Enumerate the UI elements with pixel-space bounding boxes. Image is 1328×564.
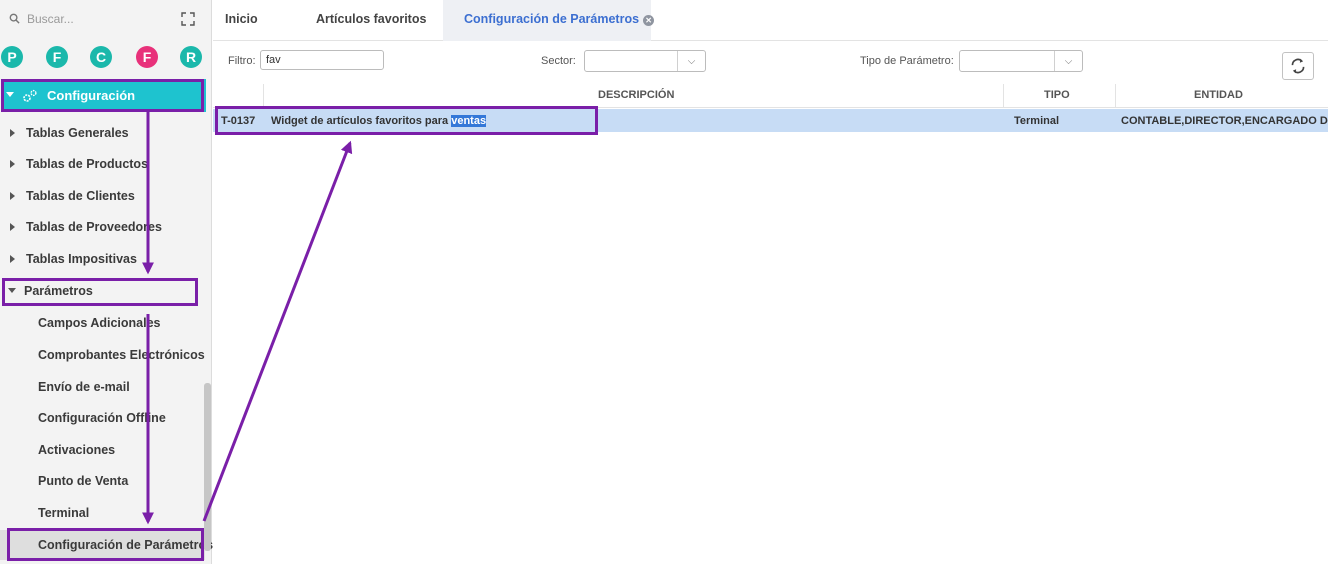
sector-select[interactable]: ⌵ [584,50,706,72]
tab-label: Artículos favoritos [316,12,427,26]
annotation-box-parametros [2,278,198,306]
annotation-box-result-row [215,106,598,135]
submenu-punto-de-venta[interactable]: Punto de Venta [0,466,205,496]
cell-entidad: CONTABLE,DIRECTOR,ENCARGADO DEPC [1121,115,1328,127]
sector-label: Sector: [541,55,576,67]
menu-label: Tablas Generales [26,126,129,140]
submenu-label: Configuración Offline [38,411,166,425]
caret-right-icon [10,160,15,168]
shortcut-f-pink[interactable]: F [136,46,158,68]
submenu-campos-adicionales[interactable]: Campos Adicionales [0,308,205,338]
col-entidad[interactable]: ENTIDAD [1194,89,1243,101]
submenu-label: Punto de Venta [38,474,129,488]
submenu-activaciones[interactable]: Activaciones [0,435,205,465]
tab-bar: Inicio Artículos favoritos Configuración… [213,0,1328,41]
tab-articulos-favoritos[interactable]: Artículos favoritos [316,0,436,41]
tab-configuracion-parametros[interactable]: Configuración de Parámetros ✕ [443,0,655,41]
filtro-label: Filtro: [228,55,256,67]
submenu-label: Activaciones [38,443,116,457]
menu-label: Tablas de Proveedores [26,220,162,234]
sidebar-scrollbar[interactable] [204,383,211,551]
caret-right-icon [10,223,15,231]
refresh-button[interactable] [1282,52,1314,80]
search-placeholder: Buscar... [27,12,74,26]
close-tab-icon[interactable]: ✕ [643,15,655,26]
col-tipo[interactable]: TIPO [1044,89,1070,101]
caret-right-icon [10,255,15,263]
submenu-label: Terminal [38,506,90,520]
grid-header: DESCRIPCIÓN TIPO ENTIDAD [213,84,1328,108]
chevron-down-icon: ⌵ [1054,51,1082,71]
caret-right-icon [10,129,15,137]
submenu-configuracion-offline[interactable]: Configuración Offline [0,403,205,433]
shortcut-f[interactable]: F [46,46,68,68]
menu-tablas-proveedores[interactable]: Tablas de Proveedores [0,212,205,242]
annotation-box-config-parametros [7,528,204,561]
col-descripcion[interactable]: DESCRIPCIÓN [598,89,674,101]
sidebar-search[interactable]: Buscar... [0,0,212,40]
submenu-terminal[interactable]: Terminal [0,498,205,528]
submenu-envio-email[interactable]: Envío de e-mail [0,372,205,402]
chevron-down-icon: ⌵ [677,51,705,71]
search-icon [9,13,20,24]
submenu-comprobantes-electronicos[interactable]: Comprobantes Electrónicos [0,340,205,370]
tab-label: Inicio [225,12,258,26]
submenu-label: Comprobantes Electrónicos [38,348,205,362]
menu-label: Tablas de Clientes [26,189,135,203]
submenu-label: Campos Adicionales [38,316,161,330]
expand-icon[interactable] [181,12,195,26]
filtro-input[interactable] [260,50,384,70]
caret-right-icon [10,192,15,200]
column-separator [263,84,264,108]
cell-tipo: Terminal [1014,115,1060,127]
menu-tablas-productos[interactable]: Tablas de Productos [0,149,205,179]
shortcut-r[interactable]: R [180,46,202,68]
shortcut-c[interactable]: C [90,46,112,68]
shortcut-p[interactable]: P [1,46,23,68]
tipo-parametro-select[interactable]: ⌵ [959,50,1083,72]
menu-label: Tablas Impositivas [26,252,137,266]
refresh-icon [1291,58,1305,74]
menu-tablas-generales[interactable]: Tablas Generales [0,118,205,148]
menu-tablas-clientes[interactable]: Tablas de Clientes [0,181,205,211]
annotation-box-configuracion [1,79,204,112]
arrow-to-result-row [202,140,353,522]
column-separator [1115,84,1116,108]
tipo-parametro-label: Tipo de Parámetro: [860,55,954,67]
tab-inicio[interactable]: Inicio [225,0,275,41]
tab-label: Configuración de Parámetros [464,12,640,26]
column-separator [1003,84,1004,108]
menu-tablas-impositivas[interactable]: Tablas Impositivas [0,244,205,274]
submenu-label: Envío de e-mail [38,380,130,394]
menu-label: Tablas de Productos [26,157,149,171]
